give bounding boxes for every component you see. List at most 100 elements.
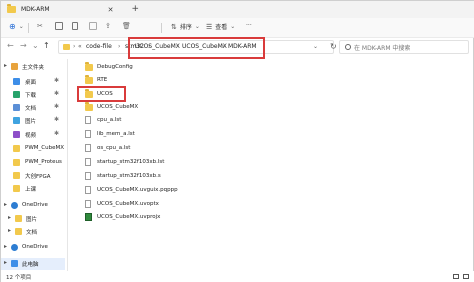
cut-button[interactable]: ✂ xyxy=(37,22,43,30)
sidebar-item-home[interactable]: ▸ 主文件夹 xyxy=(1,61,65,73)
command-bar: ⊕ ⌄ ✂ ⇪ 🗑 ⇅ 排序 ⌄ ☰ 查看 ⌄ ··· xyxy=(1,18,474,38)
pictures-icon xyxy=(13,117,20,124)
refresh-icon[interactable]: ↻ xyxy=(330,42,337,51)
pane-divider xyxy=(67,59,68,271)
list-item[interactable]: startup_stm32f103xb.lst xyxy=(85,156,164,168)
file-icon xyxy=(85,186,91,194)
sidebar-item-label: 文档 xyxy=(25,106,37,112)
view-icon: ☰ xyxy=(206,22,213,31)
view-button[interactable]: ☰ 查看 ⌄ xyxy=(206,22,235,32)
file-icon xyxy=(85,116,91,124)
new-button[interactable]: ⊕ ⌄ xyxy=(9,22,24,31)
file-name: UCOS_CubeMX.uvguix.pqppp xyxy=(97,187,178,193)
expand-icon[interactable]: ▸ xyxy=(4,62,7,69)
breadcrumb-highlight-box xyxy=(128,37,265,59)
sidebar-item-label: 视频 xyxy=(25,133,37,139)
expand-icon[interactable]: ▸ xyxy=(4,243,7,250)
tiles-view-icon[interactable] xyxy=(463,274,469,279)
sidebar-item-fpga[interactable]: 大创FPGA xyxy=(1,170,65,182)
pin-icon: ✱ xyxy=(53,130,59,137)
back-icon[interactable]: ← xyxy=(7,41,14,50)
navigation-pane: ▸ 主文件夹 桌面 ✱ 下载 ✱ 文档 ✱ 图片 ✱ 视频 ✱ PWM_Cube… xyxy=(1,59,67,271)
folder-icon xyxy=(13,159,20,166)
chevron-right-icon: › xyxy=(118,43,121,50)
file-icon xyxy=(85,172,91,180)
sidebar-item-onedrive-pictures[interactable]: ▸ 图片 xyxy=(1,213,65,225)
folder-icon xyxy=(85,101,93,111)
home-icon xyxy=(11,63,18,70)
folder-icon xyxy=(63,44,70,50)
new-tab-button[interactable]: + xyxy=(131,5,139,14)
copy-button[interactable] xyxy=(55,22,63,30)
expand-icon[interactable]: ▸ xyxy=(8,214,11,221)
expand-icon[interactable]: ▸ xyxy=(8,227,11,234)
search-box[interactable]: 在 MDK-ARM 中搜索 xyxy=(339,40,469,54)
list-item[interactable]: cpu_a.lst xyxy=(85,114,121,126)
tab-title[interactable]: MDK-ARM xyxy=(21,6,50,13)
file-icon xyxy=(85,158,91,166)
expand-icon[interactable]: ▸ xyxy=(4,201,7,208)
paste-button[interactable] xyxy=(72,22,78,30)
paste-icon xyxy=(72,22,78,30)
ucos-folder-highlight-box xyxy=(77,86,126,102)
copy-icon xyxy=(55,22,63,30)
search-icon xyxy=(345,44,351,50)
file-list: DebugConfig RTE UCOS UCOS_CubeMX cpu_a.l… xyxy=(73,61,468,266)
forward-icon[interactable]: → xyxy=(20,41,27,50)
breadcrumb-overflow[interactable]: « xyxy=(78,43,82,50)
item-count: 12 个项目 xyxy=(6,275,32,281)
sidebar-item-pictures[interactable]: 图片 ✱ xyxy=(1,115,65,127)
file-name: UCOS_CubeMX xyxy=(97,104,139,110)
documents-icon xyxy=(13,104,20,111)
list-item[interactable]: DebugConfig xyxy=(85,61,133,73)
details-view-icon[interactable] xyxy=(453,274,459,279)
sort-button[interactable]: ⇅ 排序 ⌄ xyxy=(171,22,200,32)
list-item[interactable]: os_cpu_a.lst xyxy=(85,142,130,154)
download-icon xyxy=(13,91,20,98)
view-label: 查看 xyxy=(215,24,228,31)
expand-icon[interactable]: ▸ xyxy=(4,259,7,266)
file-icon xyxy=(85,130,91,138)
sidebar-item-onedrive-documents[interactable]: ▸ 文档 xyxy=(1,226,65,238)
list-item[interactable]: lib_mem_a.lst xyxy=(85,128,135,140)
delete-button[interactable]: 🗑 xyxy=(122,22,131,30)
separator xyxy=(28,23,29,33)
sidebar-item-onedrive-2[interactable]: ▸ OneDrive xyxy=(1,242,65,254)
more-button[interactable]: ··· xyxy=(246,22,252,29)
list-item[interactable]: UCOS_CubeMX.uvprojx xyxy=(85,211,160,223)
sidebar-item-documents[interactable]: 文档 ✱ xyxy=(1,102,65,114)
folder-icon xyxy=(85,74,93,84)
sidebar-item-onedrive-1[interactable]: ▸ OneDrive xyxy=(1,200,65,212)
rename-button[interactable] xyxy=(89,22,97,30)
list-item[interactable]: UCOS_CubeMX.uvguix.pqppp xyxy=(85,184,178,196)
chevron-down-icon[interactable]: ⌄ xyxy=(313,43,318,50)
keil-project-icon xyxy=(85,213,92,221)
sidebar-item-label: PWM_Proteus xyxy=(25,159,62,165)
videos-icon xyxy=(13,131,20,138)
close-tab-icon[interactable]: ✕ xyxy=(108,6,114,14)
sidebar-item-label: 图片 xyxy=(26,217,38,223)
breadcrumb-code-file[interactable]: code-file xyxy=(86,43,112,50)
sidebar-item-videos[interactable]: 视频 ✱ xyxy=(1,129,65,141)
file-name: RTE xyxy=(97,77,108,83)
list-item[interactable]: startup_stm32f103xb.s xyxy=(85,170,161,182)
sidebar-item-downloads[interactable]: 下载 ✱ xyxy=(1,89,65,101)
sort-icon: ⇅ xyxy=(171,22,177,31)
sidebar-item-pwm-cubemx[interactable]: PWM_CubeMX xyxy=(1,143,65,155)
sidebar-item-label: 上课 xyxy=(25,187,37,193)
list-item[interactable]: UCOS_CubeMX.uvoptx xyxy=(85,198,159,210)
list-item[interactable]: UCOS_CubeMX xyxy=(85,101,138,113)
share-button[interactable]: ⇪ xyxy=(105,22,111,30)
file-name: DebugConfig xyxy=(97,64,133,70)
recent-icon[interactable]: ⌄ xyxy=(32,41,39,50)
list-item[interactable]: RTE xyxy=(85,74,107,86)
folder-icon xyxy=(13,172,20,179)
pictures-icon xyxy=(15,215,22,222)
sidebar-item-pwm-proteus[interactable]: PWM_Proteus xyxy=(1,157,65,169)
sidebar-item-this-pc[interactable]: ▸ 此电脑 xyxy=(1,258,65,270)
up-icon[interactable]: ↑ xyxy=(43,41,50,50)
more-icon: ··· xyxy=(246,22,252,29)
sidebar-item-label: 文档 xyxy=(26,230,38,236)
sidebar-item-desktop[interactable]: 桌面 ✱ xyxy=(1,76,65,88)
sidebar-item-class[interactable]: 上课 xyxy=(1,183,65,195)
